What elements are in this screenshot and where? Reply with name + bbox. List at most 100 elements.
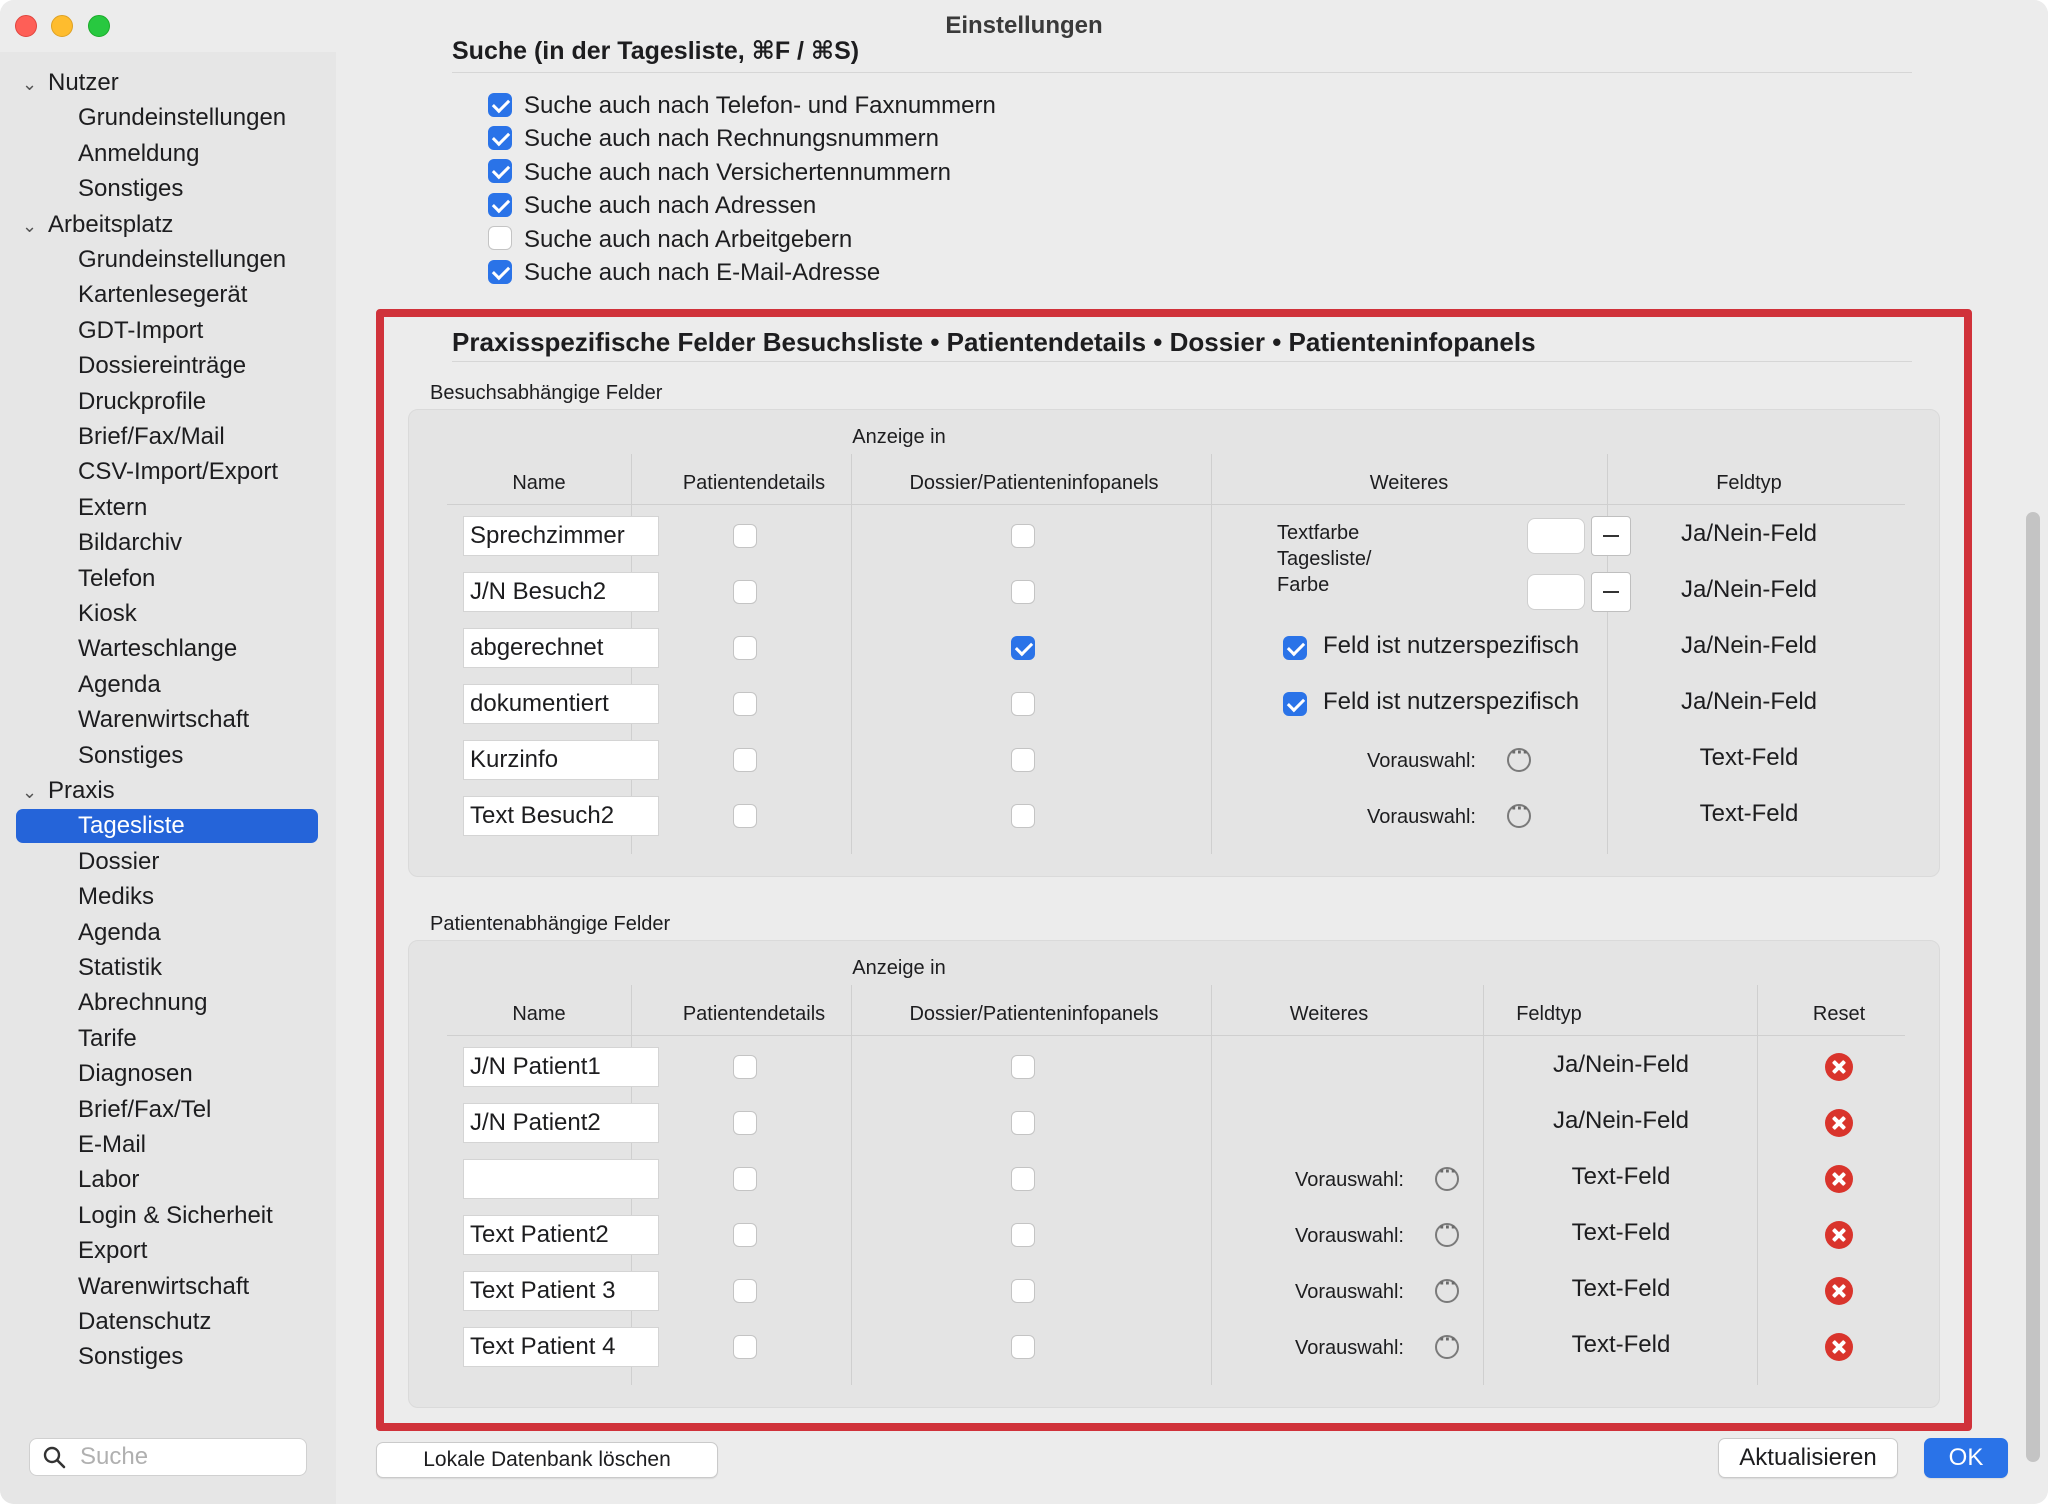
search-option-checkbox[interactable]	[488, 226, 512, 251]
patientendetails-checkbox[interactable]	[733, 1167, 757, 1191]
ok-button[interactable]: OK	[1924, 1438, 2008, 1478]
patientendetails-checkbox[interactable]	[733, 692, 757, 716]
field-name-input[interactable]: J/N Patient2	[463, 1103, 659, 1143]
user-specific-checkbox[interactable]	[1283, 692, 1307, 716]
sidebar-item-export[interactable]: Export	[78, 1234, 147, 1268]
search-option[interactable]: Suche auch nach Versichertennummern	[488, 157, 951, 189]
field-name-input[interactable]: dokumentiert	[463, 684, 659, 724]
sidebar-item-brief-fax-tel[interactable]: Brief/Fax/Tel	[78, 1093, 211, 1127]
remove-color-button[interactable]	[1591, 572, 1631, 612]
dossier-checkbox[interactable]	[1011, 524, 1035, 548]
vertical-scrollbar[interactable]	[2026, 512, 2040, 1462]
search-option-checkbox[interactable]	[488, 192, 512, 217]
sidebar-item-labor[interactable]: Labor	[78, 1163, 139, 1197]
field-name-input[interactable]	[463, 1159, 659, 1199]
sidebar-item-login-sicherheit[interactable]: Login & Sicherheit	[78, 1199, 273, 1233]
reset-icon[interactable]	[1825, 1333, 1853, 1361]
sidebar-item-dossiereinträge[interactable]: Dossiereinträge	[78, 349, 246, 383]
sidebar-item-datenschutz[interactable]: Datenschutz	[78, 1305, 211, 1339]
sidebar-item-brief-fax-mail[interactable]: Brief/Fax/Mail	[78, 420, 225, 454]
patientendetails-checkbox[interactable]	[733, 580, 757, 604]
update-button[interactable]: Aktualisieren	[1718, 1438, 1898, 1478]
search-option-checkbox[interactable]	[488, 92, 512, 117]
sidebar-item-sonstiges[interactable]: Sonstiges	[78, 1340, 183, 1374]
reset-icon[interactable]	[1825, 1109, 1853, 1137]
sidebar-item-bildarchiv[interactable]: Bildarchiv	[78, 526, 182, 560]
sidebar-item-dossier[interactable]: Dossier	[78, 845, 159, 879]
patientendetails-checkbox[interactable]	[733, 748, 757, 772]
search-option[interactable]: Suche auch nach Rechnungsnummern	[488, 123, 939, 155]
field-name-input[interactable]: Text Besuch2	[463, 796, 659, 836]
more-options-icon[interactable]	[1435, 1217, 1459, 1247]
dossier-checkbox[interactable]	[1011, 748, 1035, 772]
sidebar-item-warteschlange[interactable]: Warteschlange	[78, 632, 237, 666]
sidebar-item-warenwirtschaft[interactable]: Warenwirtschaft	[78, 1270, 249, 1304]
remove-color-button[interactable]	[1591, 516, 1631, 556]
sidebar-item-gdt-import[interactable]: GDT-Import	[78, 314, 203, 348]
patientendetails-checkbox[interactable]	[733, 1111, 757, 1135]
chevron-down-icon[interactable]: ⌄	[22, 67, 48, 101]
sidebar-item-druckprofile[interactable]: Druckprofile	[78, 385, 206, 419]
more-options-icon[interactable]	[1507, 798, 1531, 828]
dossier-checkbox[interactable]	[1011, 1335, 1035, 1359]
dossier-checkbox[interactable]	[1011, 636, 1035, 660]
field-name-input[interactable]: Kurzinfo	[463, 740, 659, 780]
chevron-down-icon[interactable]: ⌄	[22, 775, 48, 809]
search-option[interactable]: Suche auch nach Arbeitgebern	[488, 224, 852, 256]
patientendetails-checkbox[interactable]	[733, 1055, 757, 1079]
search-option-checkbox[interactable]	[488, 159, 512, 184]
patientendetails-checkbox[interactable]	[733, 524, 757, 548]
dossier-checkbox[interactable]	[1011, 692, 1035, 716]
patientendetails-checkbox[interactable]	[733, 1279, 757, 1303]
patientendetails-checkbox[interactable]	[733, 804, 757, 828]
dossier-checkbox[interactable]	[1011, 1111, 1035, 1135]
sidebar-item-warenwirtschaft[interactable]: Warenwirtschaft	[78, 703, 249, 737]
sidebar-item-e-mail[interactable]: E-Mail	[78, 1128, 146, 1162]
sidebar-group-nutzer[interactable]: ⌄ Nutzer	[22, 66, 119, 100]
sidebar-item-kartenlesegerät[interactable]: Kartenlesegerät	[78, 278, 247, 312]
dossier-checkbox[interactable]	[1011, 1055, 1035, 1079]
color-well[interactable]	[1527, 518, 1585, 554]
sidebar-item-diagnosen[interactable]: Diagnosen	[78, 1057, 193, 1091]
field-name-input[interactable]: Sprechzimmer	[463, 516, 659, 556]
dossier-checkbox[interactable]	[1011, 580, 1035, 604]
sidebar-item-extern[interactable]: Extern	[78, 491, 147, 525]
search-option[interactable]: Suche auch nach E-Mail-Adresse	[488, 257, 880, 289]
field-name-input[interactable]: J/N Besuch2	[463, 572, 659, 612]
sidebar-item-telefon[interactable]: Telefon	[78, 562, 155, 596]
dossier-checkbox[interactable]	[1011, 1279, 1035, 1303]
dossier-checkbox[interactable]	[1011, 1167, 1035, 1191]
field-name-input[interactable]: abgerechnet	[463, 628, 659, 668]
sidebar-item-mediks[interactable]: Mediks	[78, 880, 154, 914]
sidebar-item-tagesliste[interactable]: Tagesliste	[16, 809, 318, 844]
patientendetails-checkbox[interactable]	[733, 1223, 757, 1247]
search-option-checkbox[interactable]	[488, 126, 512, 151]
field-name-input[interactable]: J/N Patient1	[463, 1047, 659, 1087]
dossier-checkbox[interactable]	[1011, 1223, 1035, 1247]
field-name-input[interactable]: Text Patient 3	[463, 1271, 659, 1311]
sidebar-item-kiosk[interactable]: Kiosk	[78, 597, 137, 631]
search-option[interactable]: Suche auch nach Telefon- und Faxnummern	[488, 90, 996, 122]
reset-icon[interactable]	[1825, 1165, 1853, 1193]
sidebar-item-sonstiges[interactable]: Sonstiges	[78, 739, 183, 773]
sidebar-item-sonstiges[interactable]: Sonstiges	[78, 172, 183, 206]
reset-icon[interactable]	[1825, 1277, 1853, 1305]
user-specific-checkbox[interactable]	[1283, 636, 1307, 660]
chevron-down-icon[interactable]: ⌄	[22, 209, 48, 243]
sidebar-search[interactable]	[29, 1438, 307, 1476]
sidebar-group-arbeitsplatz[interactable]: ⌄ Arbeitsplatz	[22, 208, 173, 242]
more-options-icon[interactable]	[1507, 742, 1531, 772]
color-well[interactable]	[1527, 574, 1585, 610]
sidebar-item-tarife[interactable]: Tarife	[78, 1022, 137, 1056]
more-options-icon[interactable]	[1435, 1161, 1459, 1191]
dossier-checkbox[interactable]	[1011, 804, 1035, 828]
sidebar-item-abrechnung[interactable]: Abrechnung	[78, 986, 207, 1020]
search-option[interactable]: Suche auch nach Adressen	[488, 190, 816, 222]
delete-local-db-button[interactable]: Lokale Datenbank löschen	[376, 1442, 718, 1478]
sidebar-group-praxis[interactable]: ⌄ Praxis	[22, 774, 115, 808]
reset-icon[interactable]	[1825, 1221, 1853, 1249]
sidebar-item-statistik[interactable]: Statistik	[78, 951, 162, 985]
patientendetails-checkbox[interactable]	[733, 636, 757, 660]
sidebar-item-csv-import-export[interactable]: CSV-Import/Export	[78, 455, 278, 489]
field-name-input[interactable]: Text Patient2	[463, 1215, 659, 1255]
